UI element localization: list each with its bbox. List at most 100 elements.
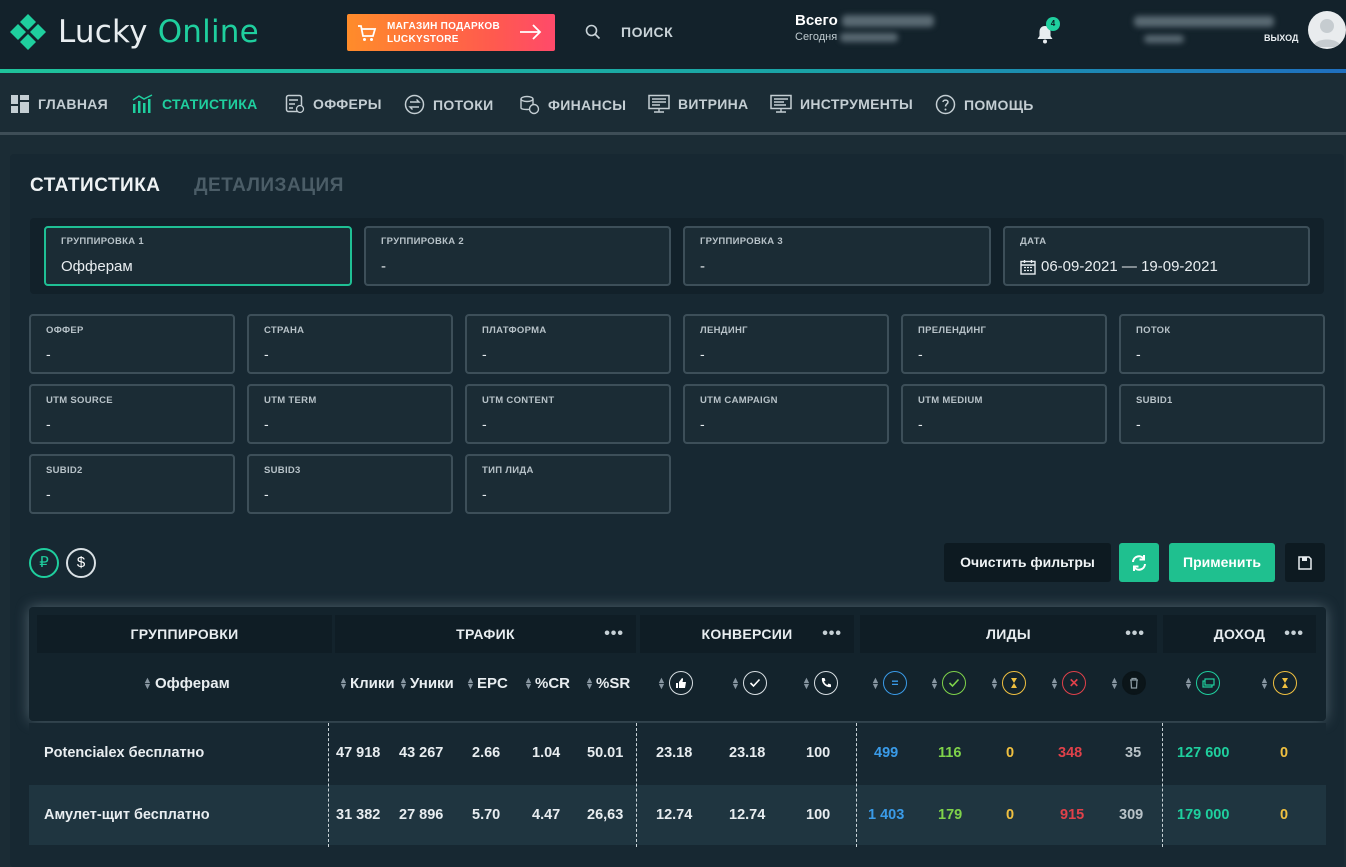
nav-home[interactable]: ГЛАВНАЯ (10, 94, 108, 114)
nav-tools[interactable]: ИНСТРУМЕНТЫ (770, 94, 913, 114)
column-divider (636, 723, 637, 847)
filter-utm-campaign[interactable]: UTM CAMPAIGN - (683, 384, 889, 444)
group-header-leads: ЛИДЫ ••• (860, 615, 1157, 653)
cell-income-approved: 179 000 (1177, 807, 1230, 823)
date-range-text: 06-09-2021 — 19-09-2021 (1041, 258, 1218, 275)
main-nav: ГЛАВНАЯ СТАТИСТИКА ОФФЕРЫ ПОТОКИ ФИНАНСЫ (0, 73, 1346, 135)
filter-label: ПЛАТФОРМА (482, 325, 547, 336)
cell-leads-trash: 35 (1125, 745, 1142, 761)
col-offer-header[interactable]: Офферам (155, 675, 230, 692)
nav-help[interactable]: ПОМОЩЬ (935, 94, 1034, 115)
filter-platform[interactable]: ПЛАТФОРМА - (465, 314, 671, 374)
balance-widget[interactable]: Всего Сегодня (795, 12, 934, 43)
sort-icon[interactable]: ▲ ▼ (1184, 676, 1193, 691)
balance-today-blurred (840, 32, 899, 42)
filter-lead-type[interactable]: ТИП ЛИДА - (465, 454, 671, 514)
nav-offers[interactable]: ОФФЕРЫ (285, 94, 382, 114)
filter-subid2[interactable]: SUBID2 - (29, 454, 235, 514)
filter-utm-term[interactable]: UTM TERM - (247, 384, 453, 444)
more-icon[interactable]: ••• (1284, 615, 1304, 653)
group-header-label: ДОХОД (1213, 626, 1266, 642)
logout-link[interactable]: ВЫХОД (1264, 33, 1298, 43)
sort-icon[interactable]: ▲ ▼ (802, 676, 811, 691)
sort-icon[interactable]: ▲ ▼ (399, 676, 408, 691)
group-header-traffic: ТРАФИК ••• (335, 615, 636, 653)
currency-rub-toggle[interactable]: ₽ (29, 548, 59, 578)
filter-label: SUBID3 (264, 465, 301, 476)
sort-icon[interactable]: ▲ ▼ (466, 676, 475, 691)
refresh-button[interactable] (1119, 543, 1159, 582)
filter-label: ЛЕНДИНГ (700, 325, 748, 336)
balance-title: Всего (795, 12, 838, 29)
column-divider (328, 723, 329, 847)
tab-details[interactable]: ДЕТАЛИЗАЦИЯ (194, 175, 344, 197)
row-offer-name[interactable]: Potencialex бесплатно (44, 745, 204, 761)
user-id-blurred (1144, 35, 1184, 43)
filter-prelanding[interactable]: ПРЕЛЕНДИНГ - (901, 314, 1107, 374)
filter-subid1[interactable]: SUBID1 - (1119, 384, 1325, 444)
search-button[interactable]: ПОИСК (585, 24, 673, 40)
col-sr-header[interactable]: %SR (596, 675, 630, 692)
nav-finance[interactable]: ФИНАНСЫ (519, 94, 626, 115)
more-icon[interactable]: ••• (822, 615, 842, 653)
filter-subid3[interactable]: SUBID3 - (247, 454, 453, 514)
group-header-label: ЛИДЫ (986, 626, 1031, 642)
grouping-3-select[interactable]: ГРУППИРОВКА 3 - (683, 226, 991, 286)
showcase-icon (648, 94, 670, 113)
sort-icon[interactable]: ▲ ▼ (339, 676, 348, 691)
group-header-income: ДОХОД ••• (1163, 615, 1316, 653)
date-range-picker[interactable]: ДАТА 06-09-2021 — 19-09-2021 (1003, 226, 1310, 286)
nav-showcase[interactable]: ВИТРИНА (648, 94, 748, 114)
filter-label: СТРАНА (264, 325, 305, 336)
store-button[interactable]: МАГАЗИН ПОДАРКОВ LUCKYSTORE (347, 14, 555, 51)
sort-icon[interactable]: ▲ ▼ (731, 676, 740, 691)
filter-utm-content[interactable]: UTM CONTENT - (465, 384, 671, 444)
save-button[interactable] (1285, 543, 1325, 582)
filter-label: UTM TERM (264, 395, 317, 406)
income-hold-icon (1273, 671, 1297, 695)
sort-icon[interactable]: ▲ ▼ (524, 676, 533, 691)
grouping-1-select[interactable]: ГРУППИРОВКА 1 Офферам (44, 226, 352, 286)
sort-icon[interactable]: ▲ ▼ (930, 676, 939, 691)
cell-conv-call: 100 (806, 745, 831, 761)
filter-value: - (918, 416, 923, 432)
sort-icon[interactable]: ▲ ▼ (1260, 676, 1269, 691)
sort-icon[interactable]: ▲ ▼ (143, 676, 152, 691)
logo-icon (10, 14, 46, 50)
filter-label: UTM CONTENT (482, 395, 555, 406)
avatar[interactable] (1308, 11, 1346, 49)
group-header-label: ТРАФИК (456, 626, 515, 642)
group-header-conversions: КОНВЕРСИИ ••• (640, 615, 854, 653)
nav-streams[interactable]: ПОТОКИ (404, 94, 493, 115)
filter-landing[interactable]: ЛЕНДИНГ - (683, 314, 889, 374)
tab-statistics[interactable]: СТАТИСТИКА (30, 175, 161, 197)
currency-usd-toggle[interactable]: $ (66, 548, 96, 578)
apply-button[interactable]: Применить (1169, 543, 1275, 582)
filter-utm-source[interactable]: UTM SOURCE - (29, 384, 235, 444)
more-icon[interactable]: ••• (1125, 615, 1145, 653)
sort-icon[interactable]: ▲ ▼ (657, 676, 666, 691)
col-clicks-header[interactable]: Клики (350, 675, 395, 692)
filter-value: - (918, 346, 923, 362)
cell-leads-hold: 0 (1006, 807, 1015, 823)
col-uniques-header[interactable]: Уники (410, 675, 454, 692)
filter-stream[interactable]: ПОТОК - (1119, 314, 1325, 374)
col-epc-header[interactable]: EPC (477, 675, 508, 692)
logo[interactable]: Lucky Online (8, 12, 259, 52)
notification-badge: 4 (1046, 17, 1060, 31)
filter-country[interactable]: СТРАНА - (247, 314, 453, 374)
row-offer-name[interactable]: Амулет-щит бесплатно (44, 807, 210, 823)
sort-icon[interactable]: ▲ ▼ (871, 676, 880, 691)
sort-icon[interactable]: ▲ ▼ (990, 676, 999, 691)
sort-icon[interactable]: ▲ ▼ (1110, 676, 1119, 691)
grouping-2-select[interactable]: ГРУППИРОВКА 2 - (364, 226, 671, 286)
filter-utm-medium[interactable]: UTM MEDIUM - (901, 384, 1107, 444)
col-cr-header[interactable]: %CR (535, 675, 570, 692)
sort-icon[interactable]: ▲ ▼ (1050, 676, 1059, 691)
hold-leads-icon (1002, 671, 1026, 695)
nav-statistics[interactable]: СТАТИСТИКА (132, 94, 258, 114)
clear-filters-button[interactable]: Очистить фильтры (944, 543, 1111, 582)
sort-icon[interactable]: ▲ ▼ (585, 676, 594, 691)
more-icon[interactable]: ••• (604, 615, 624, 653)
filter-offer[interactable]: ОФФЕР - (29, 314, 235, 374)
